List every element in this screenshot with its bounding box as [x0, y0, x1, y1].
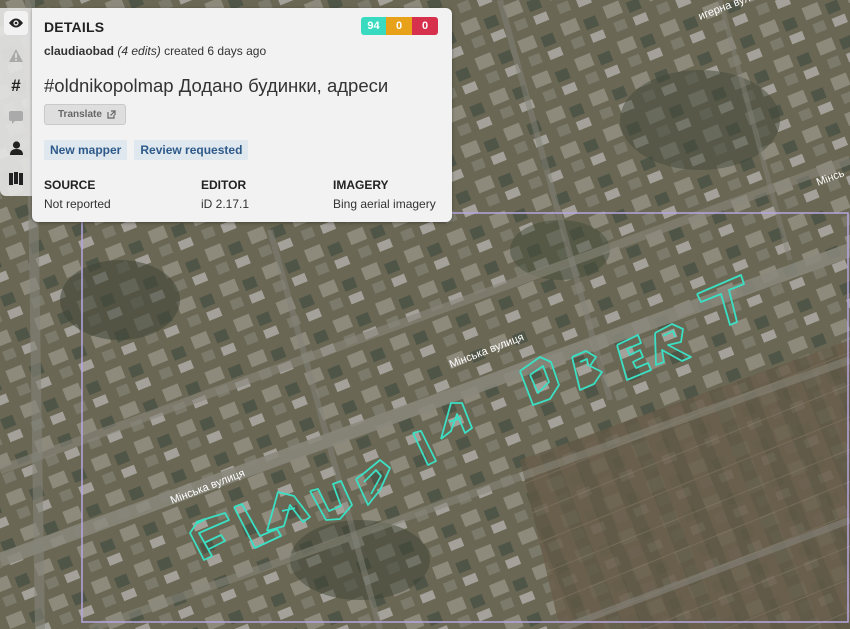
comment-icon[interactable] — [4, 105, 28, 129]
changeset-tags: New mapper Review requested — [44, 140, 249, 160]
map-icon[interactable] — [4, 167, 28, 191]
score-badge-warning: 0 — [386, 17, 412, 35]
source-info: SOURCE Not reported — [44, 178, 111, 211]
source-label: SOURCE — [44, 178, 96, 192]
inspector-rail: # — [0, 8, 32, 196]
panel-title: DETAILS — [44, 19, 105, 35]
source-value: Not reported — [44, 197, 111, 211]
score-badge-good: 94 — [361, 17, 386, 35]
external-link-icon — [107, 110, 116, 119]
created-time: created 6 days ago — [164, 44, 267, 58]
eye-icon[interactable] — [4, 11, 28, 35]
changeset-meta: claudiaobad (4 edits) created 6 days ago — [44, 44, 266, 58]
editor-value: iD 2.17.1 — [201, 197, 250, 211]
translate-label: Translate — [58, 109, 102, 120]
edit-count: (4 edits) — [117, 44, 161, 58]
changeset-comment: #oldnikopolmap Додано будинки, адреси — [44, 75, 389, 96]
translate-button[interactable]: Translate — [44, 104, 126, 125]
imagery-info: IMAGERY Bing aerial imagery — [333, 178, 436, 211]
username-link[interactable]: claudiaobad — [44, 44, 114, 58]
warning-icon[interactable] — [4, 43, 28, 67]
tag-review-requested[interactable]: Review requested — [134, 140, 249, 160]
score-badges: 94 0 0 — [361, 17, 438, 35]
changeset-details-panel: DETAILS 94 0 0 claudiaobad (4 edits) cre… — [32, 8, 452, 222]
tag-new-mapper[interactable]: New mapper — [44, 140, 128, 160]
hashtag-icon[interactable]: # — [4, 74, 28, 98]
score-badge-bad: 0 — [412, 17, 438, 35]
user-icon[interactable] — [4, 136, 28, 160]
editor-info: EDITOR iD 2.17.1 — [201, 178, 249, 211]
imagery-value: Bing aerial imagery — [333, 197, 436, 211]
imagery-label: IMAGERY — [333, 178, 389, 192]
editor-label: EDITOR — [201, 178, 247, 192]
